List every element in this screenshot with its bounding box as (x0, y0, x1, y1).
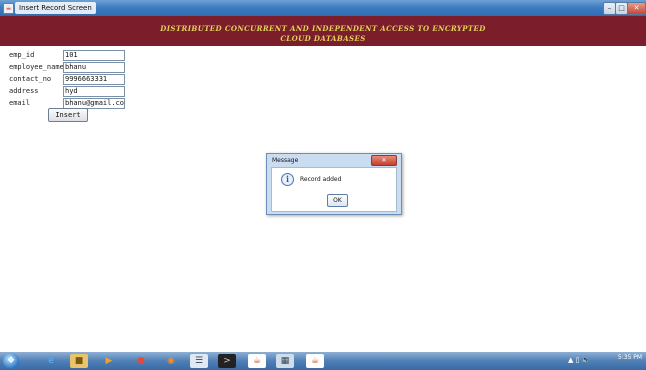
message-dialog: Message ✕ i Record added OK (266, 153, 402, 215)
ok-button[interactable]: OK (327, 194, 348, 207)
header-title-line-2: CLOUD DATABASES (280, 34, 366, 43)
chrome-icon[interactable]: ● (132, 354, 150, 368)
ie-icon[interactable]: e (42, 354, 60, 368)
header-title-line-1: DISTRIBUTED CONCURRENT AND INDEPENDENT A… (160, 24, 486, 33)
java-icon[interactable]: ☕ (248, 354, 266, 368)
folder-icon[interactable]: ■ (70, 354, 88, 368)
java-window-icon[interactable]: ☕ (306, 354, 324, 368)
info-icon: i (281, 173, 294, 186)
window-title: Insert Record Screen (15, 2, 96, 14)
clock[interactable]: 5:35 PM (617, 354, 643, 361)
dialog-title: Message (272, 157, 299, 164)
cmd-icon[interactable]: > (218, 354, 236, 368)
employee-name-field[interactable]: bhanu (63, 62, 125, 73)
dialog-body: i Record added OK (271, 167, 397, 212)
app-header-banner: DISTRIBUTED CONCURRENT AND INDEPENDENT A… (0, 16, 646, 46)
taskbar: ❖ e ■ ▶ ● ◉ ☰ > ☕ ▦ ☕ ▲ ▯ 🔈 5:35 PM (0, 352, 646, 370)
java-cup-icon: ☕ (3, 3, 14, 14)
firefox-icon[interactable]: ◉ (162, 354, 180, 368)
media-player-icon[interactable]: ▶ (100, 354, 118, 368)
address-field[interactable]: hyd (63, 86, 125, 97)
insert-button[interactable]: Insert (48, 108, 88, 122)
dialog-message: Record added (300, 176, 342, 183)
close-button[interactable]: ✕ (627, 2, 646, 15)
notepad-icon[interactable]: ☰ (190, 354, 208, 368)
system-tray-icons[interactable]: ▲ ▯ 🔈 (568, 356, 590, 364)
emp-id-field[interactable]: 101 (63, 50, 125, 61)
emp-id-label: emp_id (9, 51, 35, 59)
dialog-close-button[interactable]: ✕ (371, 155, 397, 166)
address-label: address (9, 87, 39, 95)
contact-no-label: contact_no (9, 75, 52, 83)
email-label: email (9, 99, 31, 107)
contact-no-field[interactable]: 9996663331 (63, 74, 125, 85)
windows-start-icon[interactable]: ❖ (3, 353, 19, 369)
window-title-bar[interactable]: ☕ Insert Record Screen – □ ✕ (0, 0, 646, 16)
explorer-icon[interactable]: ▦ (276, 354, 294, 368)
employee-name-label: employee_name (9, 63, 64, 71)
